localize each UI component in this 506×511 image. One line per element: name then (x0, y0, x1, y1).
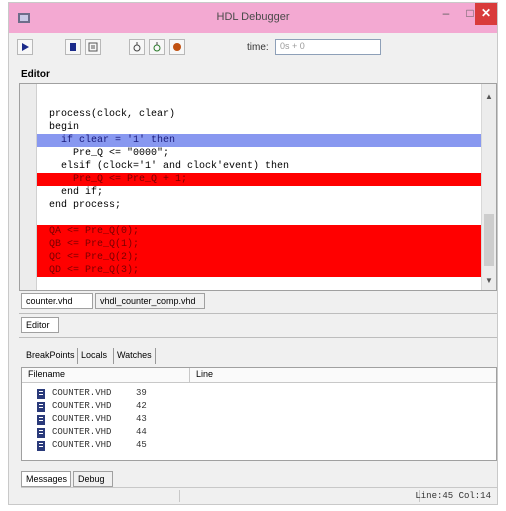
close-button[interactable]: ✕ (475, 3, 497, 25)
status-bar: Line:45 Col:14 (21, 487, 497, 504)
breakpoint-file: COUNTER.VHD (52, 388, 112, 398)
breakpoint-line: 45 (136, 440, 147, 450)
breakpoint-row[interactable]: COUNTER.VHD 45 (37, 440, 147, 452)
code-line[interactable]: begin (37, 121, 483, 134)
code-area[interactable]: process(clock, clear) begin if clear = '… (37, 84, 483, 290)
editor-scrollbar[interactable]: ▲ ▼ (481, 84, 496, 290)
file-icon (37, 389, 45, 399)
code-line[interactable]: Pre_Q <= "0000"; (37, 147, 483, 160)
breakpoint-button[interactable] (129, 39, 145, 55)
watch-icon (153, 42, 161, 52)
breakpoint-row[interactable]: COUNTER.VHD 39 (37, 388, 147, 400)
breakpoint-file: COUNTER.VHD (52, 401, 112, 411)
divider (19, 313, 497, 314)
scroll-thumb[interactable] (484, 214, 494, 266)
editor-gutter[interactable] (20, 84, 37, 290)
breakpoint-row[interactable]: COUNTER.VHD 42 (37, 401, 147, 413)
breakpoint-row[interactable]: COUNTER.VHD 43 (37, 414, 147, 426)
breakpoints-list[interactable]: Filename Line COUNTER.VHD 39 COUNTER.VHD 42… (21, 367, 497, 461)
breakpoint-file: COUNTER.VHD (52, 427, 112, 437)
minimize-button[interactable]: – (433, 3, 459, 25)
toolbar: time: 0s + 0 (9, 33, 497, 61)
breakpoints-header: Filename Line (22, 368, 496, 383)
code-line-breakpoint[interactable]: Pre_Q <= Pre_Q + 1; (37, 173, 483, 186)
code-line[interactable] (37, 212, 483, 225)
step-icon (88, 42, 98, 52)
time-label: time: (247, 42, 269, 53)
clear-button[interactable] (169, 39, 185, 55)
tab-debug[interactable]: Debug (73, 471, 113, 487)
divider (19, 337, 497, 338)
breakpoint-line: 43 (136, 414, 147, 424)
run-button[interactable] (17, 39, 33, 55)
tab-locals[interactable]: Locals (77, 348, 110, 364)
stop-button[interactable] (65, 39, 81, 55)
editor-heading: Editor (21, 69, 50, 80)
tab-breakpoints[interactable]: BreakPoints (23, 348, 78, 364)
time-field[interactable]: 0s + 0 (275, 39, 381, 55)
file-icon (37, 428, 45, 438)
cursor-position: Line:45 Col:14 (415, 491, 491, 501)
column-filename[interactable]: Filename (28, 369, 65, 379)
clear-icon (173, 43, 181, 51)
code-line-current[interactable]: if clear = '1' then (37, 134, 483, 147)
tab-counter-vhd[interactable]: counter.vhd (21, 293, 93, 309)
breakpoint-file: COUNTER.VHD (52, 440, 112, 450)
file-icon (37, 441, 45, 451)
code-editor[interactable]: process(clock, clear) begin if clear = '… (19, 83, 497, 291)
tab-messages[interactable]: Messages (21, 471, 71, 487)
scroll-up-icon[interactable]: ▲ (482, 92, 496, 101)
breakpoint-row[interactable]: COUNTER.VHD 44 (37, 427, 147, 439)
title-bar[interactable]: HDL Debugger – □ ✕ (9, 3, 497, 33)
code-line[interactable]: process(clock, clear) (37, 108, 483, 121)
step-button[interactable] (85, 39, 101, 55)
column-line[interactable]: Line (196, 369, 213, 379)
tab-watches[interactable]: Watches (113, 348, 156, 364)
code-line[interactable]: end process; (37, 199, 483, 212)
breakpoint-line: 44 (136, 427, 147, 437)
breakpoint-file: COUNTER.VHD (52, 414, 112, 424)
file-icon (37, 415, 45, 425)
code-line[interactable]: elsif (clock='1' and clock'event) then (37, 160, 483, 173)
watch-button[interactable] (149, 39, 165, 55)
code-line[interactable] (37, 94, 483, 107)
file-icon (37, 402, 45, 412)
code-line-breakpoint[interactable]: QB <= Pre_Q(1); (37, 238, 483, 251)
tab-vhdl-counter-comp[interactable]: vhdl_counter_comp.vhd (95, 293, 205, 309)
scroll-down-icon[interactable]: ▼ (482, 276, 496, 285)
code-line-breakpoint[interactable]: QD <= Pre_Q(3); (37, 264, 483, 277)
debugger-window: HDL Debugger – □ ✕ time: 0s + 0 Editor p… (8, 2, 498, 505)
tab-editor[interactable]: Editor (21, 317, 59, 333)
code-line-breakpoint[interactable]: QA <= Pre_Q(0); (37, 225, 483, 238)
run-icon (22, 43, 29, 51)
stop-icon (70, 43, 76, 51)
window-title: HDL Debugger (216, 11, 290, 23)
code-line-breakpoint[interactable]: QC <= Pre_Q(2); (37, 251, 483, 264)
breakpoint-line: 42 (136, 401, 147, 411)
code-line[interactable]: end if; (37, 186, 483, 199)
breakpoint-icon (133, 42, 141, 52)
breakpoint-line: 39 (136, 388, 147, 398)
